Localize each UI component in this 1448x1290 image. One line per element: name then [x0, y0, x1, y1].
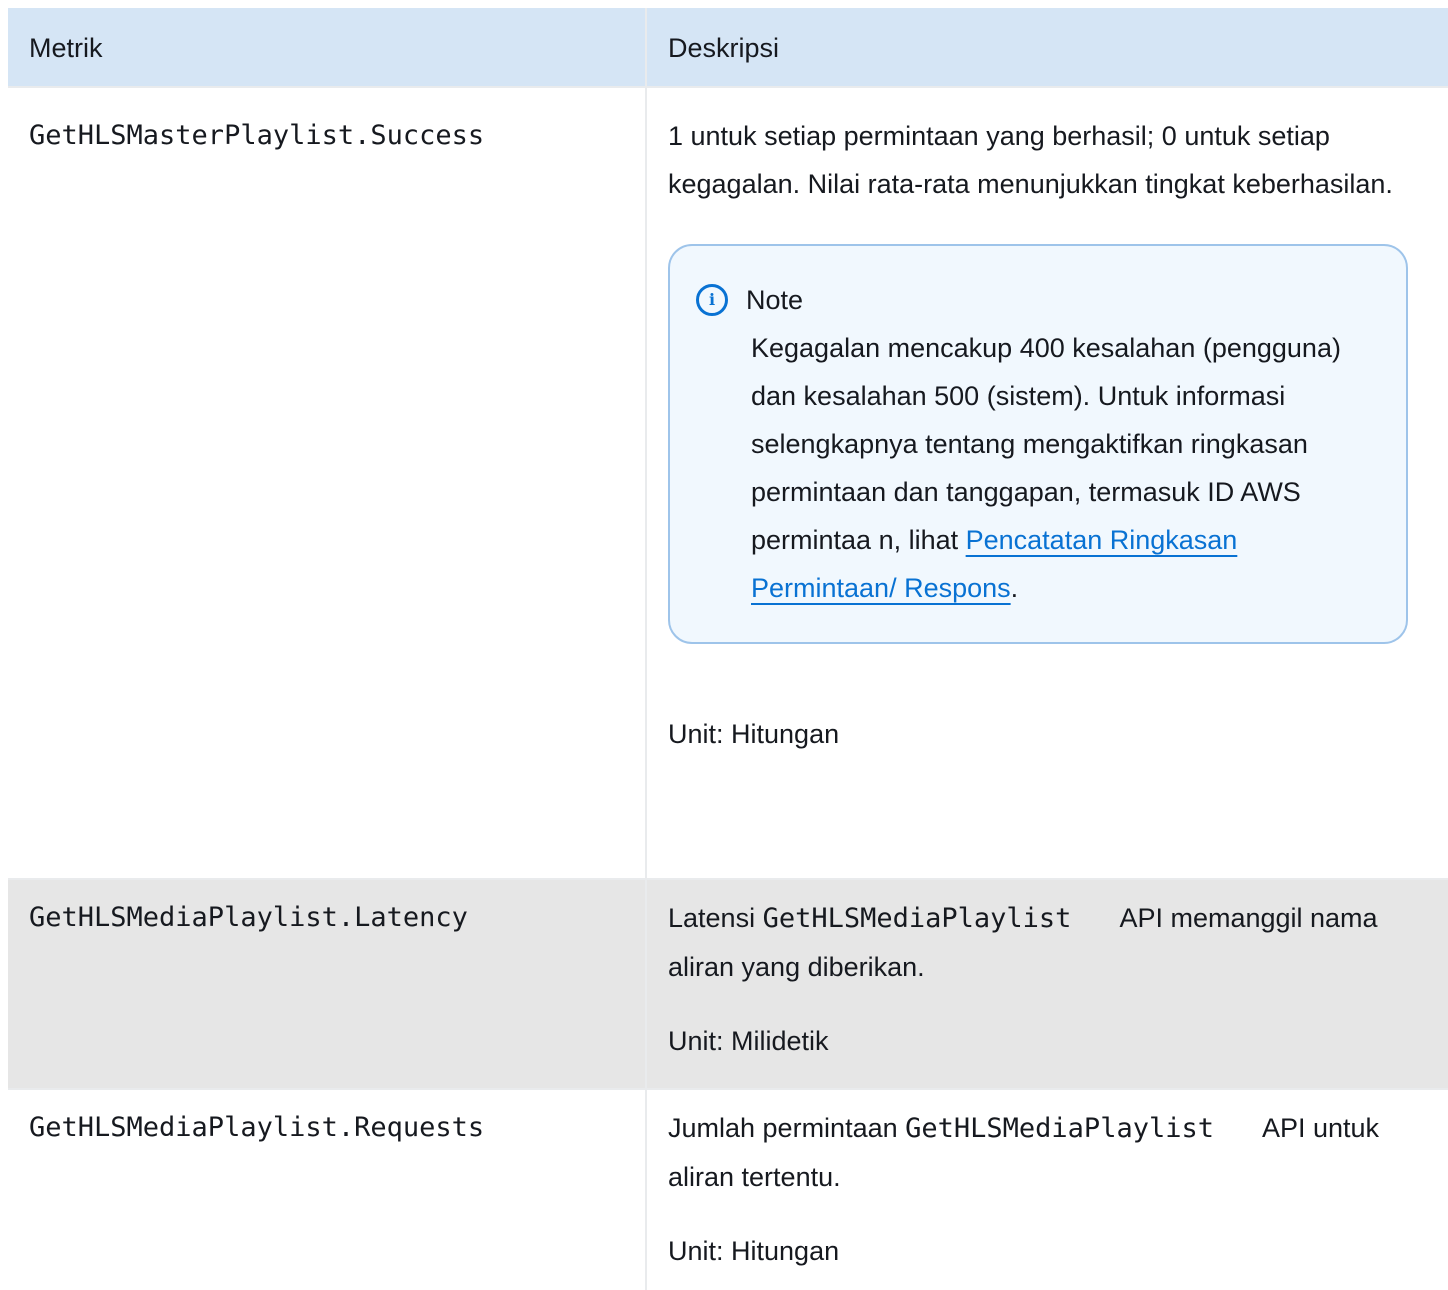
table-header: Metrik Deskripsi	[8, 8, 1448, 88]
metric-cell: GetHLSMasterPlaylist.Success	[8, 88, 647, 878]
description-text: 1 untuk setiap permintaan yang berhasil;…	[668, 121, 1393, 199]
description-prefix: Latensi	[668, 903, 763, 933]
metrics-table: Metrik Deskripsi GetHLSMasterPlaylist.Su…	[8, 8, 1448, 1290]
metric-name: GetHLSMediaPlaylist.Requests	[29, 1112, 485, 1143]
description-cell: 1 untuk setiap permintaan yang berhasil;…	[647, 88, 1448, 878]
column-header-metric: Metrik	[8, 8, 647, 86]
table-row: GetHLSMasterPlaylist.Success 1 untuk set…	[8, 88, 1448, 880]
metric-name: GetHLSMasterPlaylist.Success	[29, 120, 485, 151]
unit-text: Unit: Milidetik	[668, 1026, 829, 1056]
api-code: GetHLSMediaPlaylist	[762, 903, 1072, 934]
metric-name: GetHLSMediaPlaylist.Latency	[29, 902, 468, 933]
table-row: GetHLSMediaPlaylist.Requests Jumlah perm…	[8, 1090, 1448, 1290]
note-box: i Note Kegagalan mencakup 400 kesalahan …	[668, 244, 1408, 644]
description-text: Jumlah permintaan GetHLSMediaPlaylist API…	[668, 1104, 1428, 1201]
description-cell: Jumlah permintaan GetHLSMediaPlaylist API…	[647, 1090, 1448, 1290]
metric-cell: GetHLSMediaPlaylist.Requests	[8, 1090, 647, 1290]
description-prefix: Jumlah permintaan	[668, 1113, 906, 1143]
unit-text: Unit: Hitungan	[668, 719, 840, 749]
note-header: i Note	[696, 276, 1376, 324]
metric-cell: GetHLSMediaPlaylist.Latency	[8, 880, 647, 1088]
info-circle-icon: i	[696, 284, 728, 316]
description-text: Latensi GetHLSMediaPlaylist API memanggil…	[668, 894, 1428, 991]
description-cell: Latensi GetHLSMediaPlaylist API memanggil…	[647, 880, 1448, 1088]
note-body: Kegagalan mencakup 400 kesalahan (penggu…	[696, 324, 1376, 612]
api-code: GetHLSMediaPlaylist	[905, 1113, 1214, 1144]
table-row: GetHLSMediaPlaylist.Latency Latensi GetH…	[8, 880, 1448, 1090]
column-header-description: Deskripsi	[668, 33, 780, 63]
note-text: Kegagalan mencakup 400 kesalahan (penggu…	[751, 333, 1341, 555]
note-text-end: .	[1010, 573, 1019, 603]
unit-text: Unit: Hitungan	[668, 1236, 840, 1266]
note-title: Note	[746, 285, 804, 315]
